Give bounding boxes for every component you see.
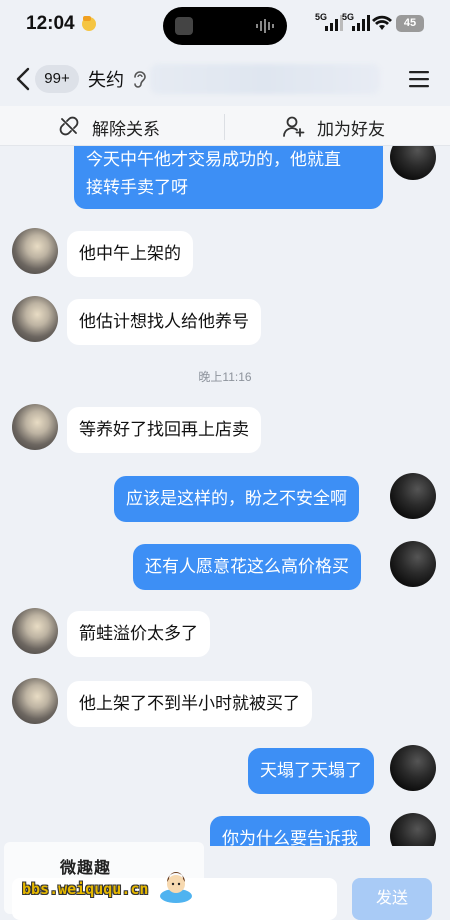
blurred-status-area — [150, 64, 380, 94]
message-bubble-other[interactable]: 箭蛙溢价太多了 — [67, 611, 210, 657]
add-friend-label: 加为好友 — [317, 120, 385, 140]
contact-avatar[interactable] — [12, 296, 58, 342]
unlink-icon — [59, 116, 79, 136]
audio-wave-icon — [256, 19, 274, 33]
action-divider — [224, 114, 225, 140]
mascot-icon — [160, 872, 192, 903]
self-avatar[interactable] — [390, 813, 436, 846]
message-bubble-self[interactable]: 应该是这样的，盼之不安全啊 — [114, 476, 359, 522]
relationship-action-bar: 解除关系 加为好友 — [0, 106, 450, 146]
back-arrow-icon[interactable] — [14, 66, 32, 92]
add-user-icon — [283, 116, 305, 137]
message-bubble-self[interactable]: 你为什么要告诉我 — [210, 816, 370, 846]
message-bubble-other[interactable]: 他中午上架的 — [67, 231, 193, 277]
status-time: 12:04 — [26, 13, 75, 34]
self-avatar[interactable] — [390, 473, 436, 519]
contact-name[interactable]: 失约 — [88, 66, 124, 92]
message-bubble-self[interactable]: 今天中午他才交易成功的，他就直 接转手卖了呀 — [74, 146, 383, 209]
send-button[interactable]: 发送 — [352, 878, 432, 920]
unread-count-badge[interactable]: 99+ — [35, 65, 79, 93]
contact-avatar[interactable] — [12, 228, 58, 274]
contact-avatar[interactable] — [12, 678, 58, 724]
status-bar: 12:04 5G 5G 45 — [0, 0, 450, 52]
message-bubble-other[interactable]: 他估计想找人给他养号 — [67, 299, 261, 345]
contact-avatar[interactable] — [12, 608, 58, 654]
chat-message-list[interactable]: 今天中午他才交易成功的，他就直 接转手卖了呀 他中午上架的 他估计想找人给他养号… — [0, 146, 450, 846]
unfriend-label: 解除关系 — [92, 120, 160, 140]
message-text: 接转手卖了呀 — [86, 178, 188, 198]
unfriend-button[interactable]: 解除关系 — [58, 106, 188, 146]
chat-header: 99+ 失约 — [0, 52, 450, 106]
music-thumbnail-icon — [175, 17, 193, 35]
contact-avatar[interactable] — [12, 404, 58, 450]
watermark-url: bbs.weiququ.cn — [22, 880, 149, 898]
ear-icon[interactable] — [131, 70, 147, 88]
add-friend-button[interactable]: 加为好友 — [283, 106, 413, 146]
watermark-title: 微趣趣 — [60, 858, 112, 877]
self-avatar[interactable] — [390, 146, 436, 180]
menu-icon[interactable] — [408, 69, 430, 89]
message-timestamp: 晚上11:16 — [198, 370, 252, 384]
message-bubble-other[interactable]: 他上架了不到半小时就被买了 — [67, 681, 312, 727]
wifi-icon — [372, 15, 392, 30]
self-avatar[interactable] — [390, 745, 436, 791]
message-bubble-other[interactable]: 等养好了找回再上店卖 — [67, 407, 261, 453]
message-text: 今天中午他才交易成功的，他就直 — [86, 150, 341, 170]
dynamic-island[interactable] — [163, 7, 287, 45]
emoji-icon — [82, 16, 96, 31]
message-bubble-self[interactable]: 天塌了天塌了 — [248, 748, 374, 794]
message-bubble-self[interactable]: 还有人愿意花这么高价格买 — [133, 544, 361, 590]
self-avatar[interactable] — [390, 541, 436, 587]
battery-indicator: 45 — [396, 15, 424, 32]
